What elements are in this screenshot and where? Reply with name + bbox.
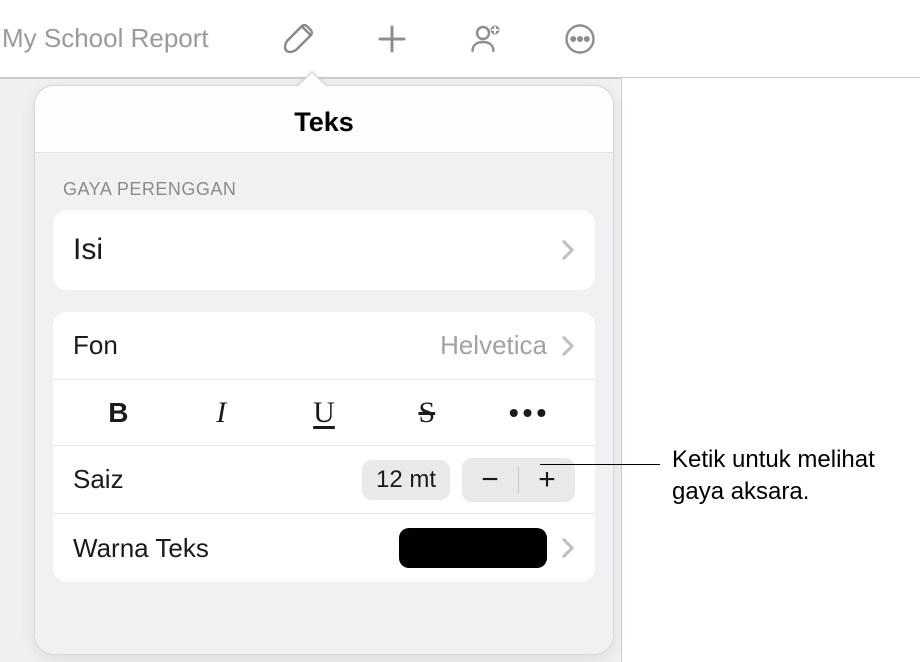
paragraph-style-section-label: GAYA PERENGGAN <box>35 153 613 210</box>
bold-button[interactable]: B <box>67 397 170 429</box>
size-value[interactable]: 12 mt <box>362 460 450 500</box>
font-label: Fon <box>73 330 118 361</box>
chevron-right-icon <box>561 335 575 357</box>
font-card: Fon Helvetica B I U S ••• Saiz 12 mt <box>53 312 595 582</box>
format-popover: Teks GAYA PERENGGAN Isi Fon Helvetica <box>34 85 614 655</box>
more-style-button[interactable]: ••• <box>478 397 581 429</box>
chevron-right-icon <box>561 537 575 559</box>
paragraph-style-row[interactable]: Isi <box>53 210 595 290</box>
font-value: Helvetica <box>440 330 547 361</box>
callout-leader-line <box>540 464 660 465</box>
size-label: Saiz <box>73 464 124 495</box>
callout-text: Ketik untuk melihat gaya aksara. <box>672 444 920 509</box>
chevron-right-icon <box>561 239 575 261</box>
toolbar-icons <box>278 19 600 59</box>
size-row: Saiz 12 mt − + <box>53 446 595 514</box>
size-decrease-button[interactable]: − <box>462 458 518 502</box>
format-brush-icon[interactable] <box>278 19 318 59</box>
popover-title: Teks <box>35 86 613 153</box>
strikethrough-button[interactable]: S <box>375 396 478 430</box>
text-color-row[interactable]: Warna Teks <box>53 514 595 582</box>
collaborate-icon[interactable] <box>466 19 506 59</box>
text-color-label: Warna Teks <box>73 533 209 564</box>
italic-button[interactable]: I <box>170 396 273 430</box>
font-row[interactable]: Fon Helvetica <box>53 312 595 380</box>
text-style-row: B I U S ••• <box>53 380 595 446</box>
more-options-icon[interactable] <box>560 19 600 59</box>
paragraph-style-card: Isi <box>53 210 595 290</box>
popover-caret <box>296 70 326 86</box>
paragraph-style-value: Isi <box>73 233 103 267</box>
insert-plus-icon[interactable] <box>372 19 412 59</box>
underline-button[interactable]: U <box>273 396 376 430</box>
text-color-swatch[interactable] <box>399 528 547 568</box>
document-title: My School Report <box>0 23 240 54</box>
toolbar: My School Report <box>0 0 920 78</box>
